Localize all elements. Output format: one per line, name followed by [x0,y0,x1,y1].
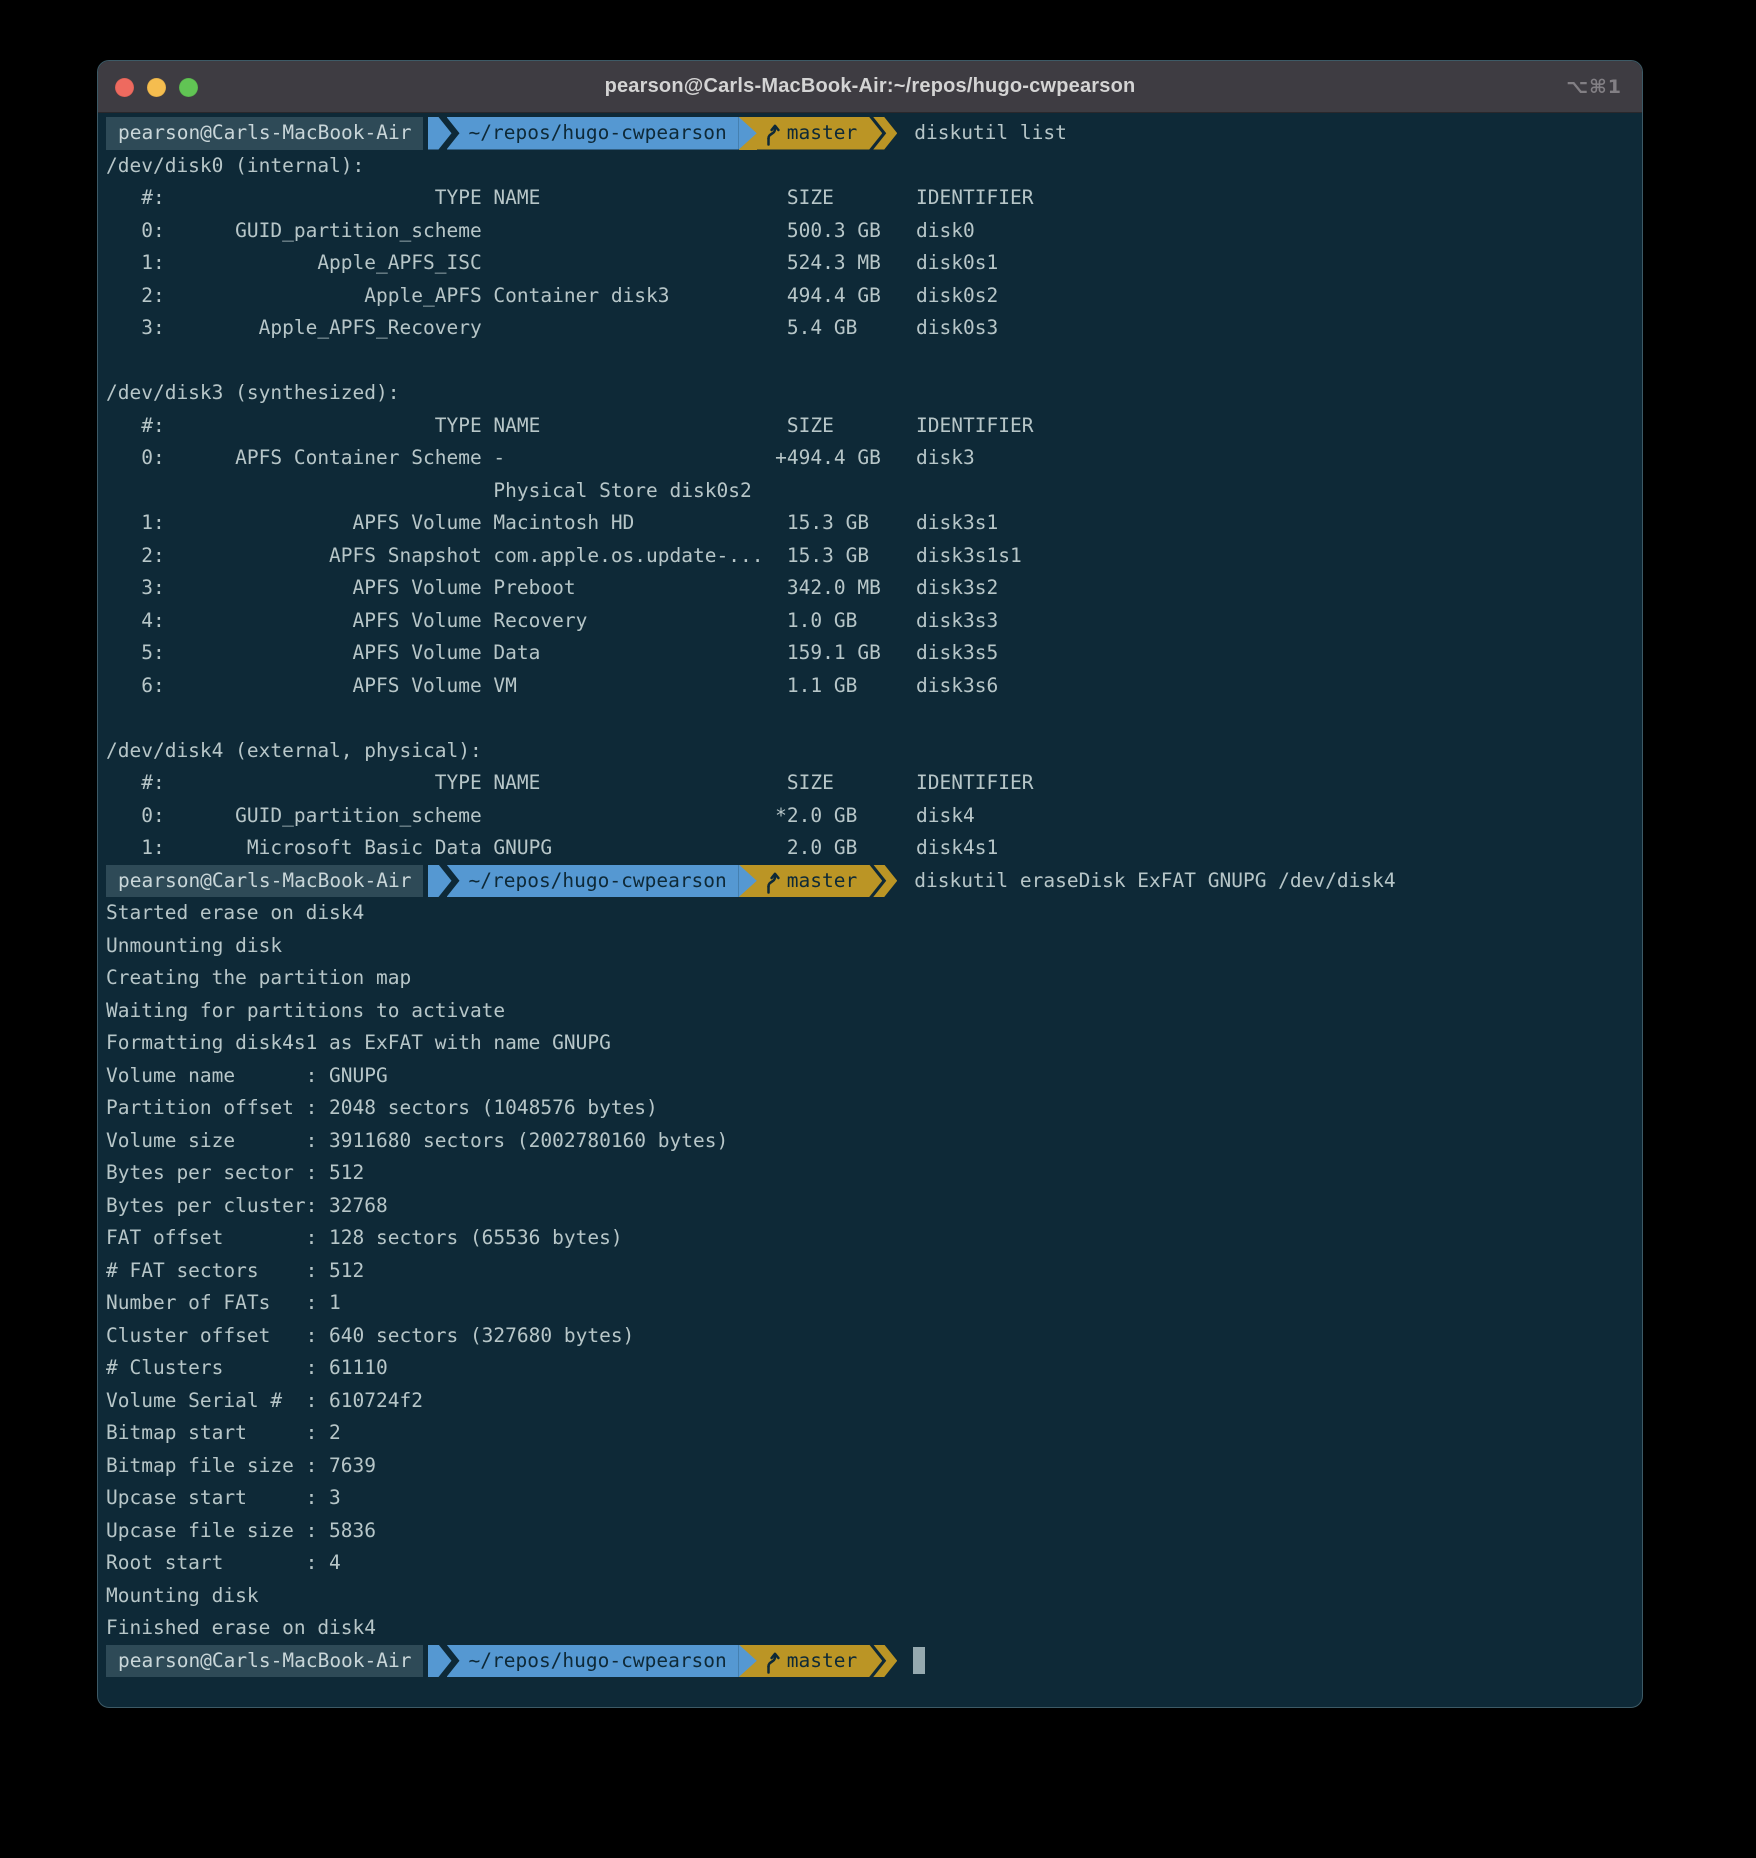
command-text: diskutil eraseDisk ExFAT GNUPG /dev/disk… [914,865,1395,898]
prompt-directory-segment: ~/repos/hugo-cwpearson [447,865,739,898]
prompt-user-host: pearson@Carls-MacBook-Air [118,117,412,150]
prompt-git-segment: master [757,1645,882,1678]
prompt-user-host: pearson@Carls-MacBook-Air [118,1645,412,1678]
window-controls [115,61,198,113]
prompt-host-segment: pearson@Carls-MacBook-Air [106,1645,423,1678]
prompt-user-host: pearson@Carls-MacBook-Air [118,865,412,898]
desktop: pearson@Carls-MacBook-Air:~/repos/hugo-c… [0,0,1756,1858]
git-branch-icon [764,120,780,146]
cursor-block [913,1647,925,1674]
prompt-directory-segment: ~/repos/hugo-cwpearson [447,117,739,150]
terminal-screen[interactable]: pearson@Carls-MacBook-Air ~/repos/hugo-c… [98,113,1642,1707]
minimize-button[interactable] [147,78,166,97]
window-shortcut: ⌥⌘1 [1566,61,1622,113]
git-branch-name: master [787,117,857,150]
prompt-host-segment: pearson@Carls-MacBook-Air [106,117,423,150]
git-branch-icon [764,1648,780,1674]
git-branch-name: master [787,865,857,898]
powerline-arrow-icon [739,865,757,898]
prompt-directory-segment: ~/repos/hugo-cwpearson [447,1645,739,1678]
prompt-git-segment: master [757,865,882,898]
git-branch-icon [764,868,780,894]
command-text: diskutil list [914,117,1067,150]
prompt-line: pearson@Carls-MacBook-Air ~/repos/hugo-c… [106,1645,1642,1678]
git-branch-name: master [787,1645,857,1678]
powerline-arrow-icon [739,117,757,150]
powerline-arrow-icon [428,1645,452,1678]
prompt-directory: ~/repos/hugo-cwpearson [469,865,727,898]
prompt-host-segment: pearson@Carls-MacBook-Air [106,865,423,898]
prompt-directory: ~/repos/hugo-cwpearson [469,1645,727,1678]
powerline-arrow-icon [428,865,452,898]
window-title: pearson@Carls-MacBook-Air:~/repos/hugo-c… [605,75,1136,98]
prompt-git-segment: master [757,117,882,150]
powerline-arrow-icon [739,1645,757,1678]
close-button[interactable] [115,78,134,97]
terminal-output-erase-disk: Started erase on disk4 Unmounting disk C… [106,897,1642,1645]
zoom-button[interactable] [179,78,198,97]
title-bar[interactable]: pearson@Carls-MacBook-Air:~/repos/hugo-c… [98,61,1642,113]
prompt-directory: ~/repos/hugo-cwpearson [469,117,727,150]
prompt-line: pearson@Carls-MacBook-Air ~/repos/hugo-c… [106,865,1642,898]
powerline-arrow-icon [428,117,452,150]
terminal-output-diskutil-list: /dev/disk0 (internal): #: TYPE NAME SIZE… [106,150,1642,865]
prompt-line: pearson@Carls-MacBook-Air ~/repos/hugo-c… [106,117,1642,150]
terminal-window: pearson@Carls-MacBook-Air:~/repos/hugo-c… [97,60,1643,1708]
